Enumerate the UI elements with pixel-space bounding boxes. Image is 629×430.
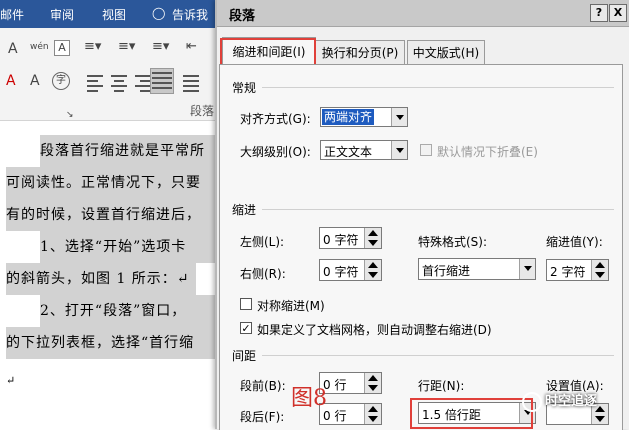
spacing-heading: 间距 (232, 349, 257, 363)
font-color-icon[interactable]: A (6, 74, 16, 88)
doc-line: 2、打开“段落”窗口， (40, 295, 215, 327)
decrease-indent-icon[interactable]: ⇤ (186, 40, 197, 54)
paragraph-dialog: 段落 ? X 缩进和间距(I) 换行和分页(P) 中文版式(H) 常规 对齐方式… (215, 0, 629, 430)
auto-adjust-checkbox[interactable]: ✓ (240, 322, 252, 334)
alignment-select[interactable]: 两端对齐 (320, 107, 408, 127)
section-divider (262, 355, 614, 356)
section-divider (262, 87, 614, 88)
bullets-icon[interactable]: ≡▾ (84, 40, 101, 54)
indent-by-spinner[interactable]: 2 字符 (546, 259, 609, 281)
tab-panel: 常规 对齐方式(G): 两端对齐 大纲级别(O): 正文文本 默认情况下折叠(E… (219, 64, 623, 430)
spacing-after-spinner[interactable]: 0 行 (319, 403, 382, 425)
outline-level-value: 正文文本 (324, 145, 373, 159)
indent-right-value: 0 字符 (323, 265, 359, 279)
spin-down-icon[interactable] (364, 270, 381, 280)
collapse-label: 默认情况下折叠(E) (437, 145, 538, 159)
enclose-characters-icon[interactable]: 字 (52, 72, 70, 90)
justify-icon[interactable] (150, 68, 174, 94)
indent-right-spinner[interactable]: 0 字符 (319, 259, 382, 281)
tell-me-box[interactable]: 告诉我 (172, 6, 208, 23)
spin-down-icon[interactable] (364, 414, 381, 424)
tab-view[interactable]: 视图 (102, 6, 126, 23)
indent-left-spinner[interactable]: 0 字符 (319, 227, 382, 249)
doc-line: 有的时候，设置首行缩进后， (6, 199, 215, 231)
figure-label: 图8 (291, 386, 327, 411)
indent-by-label: 缩进值(Y): (546, 235, 603, 249)
spin-down-icon[interactable] (364, 383, 381, 393)
mirror-indents-checkbox[interactable] (240, 298, 252, 310)
section-divider (262, 209, 614, 210)
spacing-after-label: 段后(F): (240, 410, 285, 424)
special-indent-select[interactable]: 首行缩进 (418, 258, 536, 280)
special-indent-value: 首行缩进 (422, 264, 471, 278)
doc-line: 可阅读性。正常情况下，只要 (6, 167, 215, 199)
tab-mailings[interactable]: 邮件 (0, 6, 24, 23)
indent-left-value: 0 字符 (323, 233, 359, 247)
paragraph-mark: ↵ (6, 374, 17, 387)
auto-adjust-label: 如果定义了文档网格，则自动调整右缩进(D) (257, 323, 492, 337)
general-heading: 常规 (232, 81, 257, 95)
doc-line: 段落首行缩进就是平常所 (40, 135, 215, 167)
chevron-down-icon[interactable] (391, 108, 407, 126)
phonetic-guide-icon[interactable]: wén (30, 40, 49, 54)
help-button[interactable]: ? (590, 4, 608, 22)
close-button[interactable]: X (609, 4, 627, 22)
watermark-text: 时空追逐 (545, 394, 598, 409)
doc-line: 1、选择“开始”选项卡 (40, 231, 215, 263)
dialog-title-bar[interactable]: 段落 ? X (217, 0, 629, 27)
alignment-label: 对齐方式(G): (240, 112, 311, 126)
alignment-value: 两端对齐 (322, 109, 375, 125)
line-spacing-highlight-box (410, 398, 533, 429)
outline-level-label: 大纲级别(O): (240, 145, 311, 159)
indent-by-value: 2 字符 (550, 265, 586, 279)
tab-asian-typography[interactable]: 中文版式(H) (407, 40, 485, 65)
mirror-indents-label: 对称缩进(M) (257, 299, 325, 313)
numbering-icon[interactable]: ≡▾ (118, 40, 135, 54)
indentation-heading: 缩进 (232, 203, 257, 217)
distributed-icon[interactable] (182, 72, 200, 92)
spin-down-icon[interactable] (591, 270, 608, 280)
character-border-icon[interactable]: A (54, 40, 70, 56)
align-center-icon[interactable] (110, 72, 128, 92)
multilevel-list-icon[interactable]: ≡▾ (152, 40, 169, 54)
tab-review[interactable]: 审阅 (50, 6, 74, 23)
doc-line: 的下拉列表框，选择“首行缩 (6, 327, 215, 359)
chevron-down-icon[interactable] (519, 259, 535, 279)
align-left-icon[interactable] (86, 72, 104, 92)
tab-line-page-breaks[interactable]: 换行和分页(P) (315, 40, 405, 65)
indent-left-label: 左侧(L): (240, 235, 285, 249)
spacing-before-label: 段前(B): (240, 379, 286, 393)
character-shading-icon[interactable]: A (30, 74, 40, 88)
spin-down-icon[interactable] (364, 238, 381, 248)
lightbulb-icon: ◯ (152, 6, 166, 20)
font-dialog-launcher-icon[interactable]: ↘ (66, 108, 74, 122)
paragraph-group-label: 段落 (190, 104, 215, 118)
chevron-down-icon[interactable] (391, 141, 407, 159)
dialog-title: 段落 (229, 9, 256, 24)
indent-right-label: 右侧(R): (240, 267, 286, 281)
doc-line: 的斜箭头，如图 1 所示：↵ (6, 263, 196, 295)
spacing-before-spinner[interactable]: 0 行 (319, 372, 382, 394)
watermark: 时空追逐 (522, 390, 629, 420)
line-spacing-label: 行距(N): (418, 379, 465, 393)
font-size-icon[interactable]: A (8, 42, 18, 56)
special-label: 特殊格式(S): (418, 235, 488, 249)
outline-level-select[interactable]: 正文文本 (320, 140, 408, 160)
collapse-checkbox (420, 144, 432, 156)
wechat-icon (522, 391, 542, 412)
tab-highlight-box (220, 38, 316, 66)
